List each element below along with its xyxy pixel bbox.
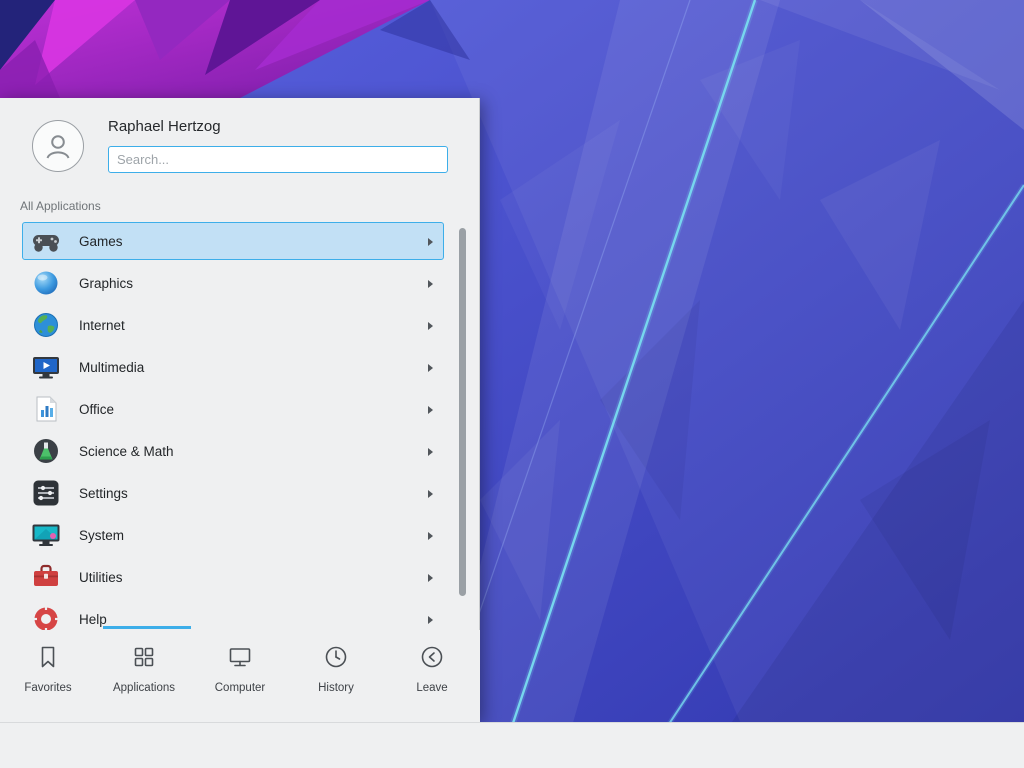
submenu-arrow-icon <box>428 490 433 498</box>
tab-history[interactable]: History <box>288 630 384 722</box>
sliders-icon <box>30 477 62 509</box>
taskbar-panel: ES 7:03 PM 4/24/21 <box>0 722 1024 768</box>
category-label: Graphics <box>79 276 133 291</box>
category-row-internet[interactable]: Internet <box>22 306 444 344</box>
category-label: System <box>79 528 124 543</box>
tab-favorites[interactable]: Favorites <box>0 630 96 722</box>
application-launcher-menu: Raphael Hertzog All Applications Games <box>0 98 480 722</box>
category-row-multimedia[interactable]: Multimedia <box>22 348 444 386</box>
category-label: Utilities <box>79 570 123 585</box>
bookmark-icon <box>35 644 61 670</box>
search-input[interactable] <box>108 146 448 173</box>
user-person-icon <box>41 129 75 163</box>
category-row-help[interactable]: Help <box>22 600 444 630</box>
section-label-all-applications: All Applications <box>20 199 101 213</box>
tab-computer[interactable]: Computer <box>192 630 288 722</box>
category-row-science-math[interactable]: Science & Math <box>22 432 444 470</box>
gamepad-icon <box>30 225 62 257</box>
tab-label: Applications <box>113 682 175 694</box>
tab-label: Computer <box>215 682 266 694</box>
category-label: Games <box>79 234 123 249</box>
launcher-tab-bar: Favorites Applications Comp <box>0 630 480 722</box>
submenu-arrow-icon <box>428 406 433 414</box>
category-row-settings[interactable]: Settings <box>22 474 444 512</box>
system-monitor-icon <box>30 519 62 551</box>
submenu-arrow-icon <box>428 532 433 540</box>
clock-icon <box>323 644 349 670</box>
tab-leave[interactable]: Leave <box>384 630 480 722</box>
active-tab-indicator <box>103 626 191 629</box>
submenu-arrow-icon <box>428 364 433 372</box>
user-avatar[interactable] <box>32 120 84 172</box>
category-label: Science & Math <box>79 444 174 459</box>
leave-circle-icon <box>419 644 445 670</box>
category-label: Internet <box>79 318 125 333</box>
monitor-icon <box>227 644 253 670</box>
category-label: Multimedia <box>79 360 144 375</box>
submenu-arrow-icon <box>428 280 433 288</box>
category-row-office[interactable]: Office <box>22 390 444 428</box>
category-row-utilities[interactable]: Utilities <box>22 558 444 596</box>
category-list-scrollbar[interactable] <box>459 228 466 596</box>
submenu-arrow-icon <box>428 322 433 330</box>
tab-label: History <box>318 682 354 694</box>
tab-applications[interactable]: Applications <box>96 630 192 722</box>
life-ring-icon <box>30 603 62 630</box>
toolbox-icon <box>30 561 62 593</box>
submenu-arrow-icon <box>428 616 433 624</box>
globe-icon <box>30 309 62 341</box>
category-row-games[interactable]: Games <box>22 222 444 260</box>
category-row-system[interactable]: System <box>22 516 444 554</box>
user-name: Raphael Hertzog <box>108 118 221 135</box>
media-screen-icon <box>30 351 62 383</box>
submenu-arrow-icon <box>428 238 433 246</box>
submenu-arrow-icon <box>428 448 433 456</box>
submenu-arrow-icon <box>428 574 433 582</box>
category-row-graphics[interactable]: Graphics <box>22 264 444 302</box>
category-label: Settings <box>79 486 128 501</box>
app-grid-icon <box>131 644 157 670</box>
sphere-icon <box>30 267 62 299</box>
document-chart-icon <box>30 393 62 425</box>
tab-label: Leave <box>416 682 447 694</box>
category-list: Games Graphics <box>0 222 480 630</box>
category-label: Help <box>79 612 107 627</box>
flask-icon <box>30 435 62 467</box>
category-label: Office <box>79 402 114 417</box>
tab-label: Favorites <box>24 682 71 694</box>
